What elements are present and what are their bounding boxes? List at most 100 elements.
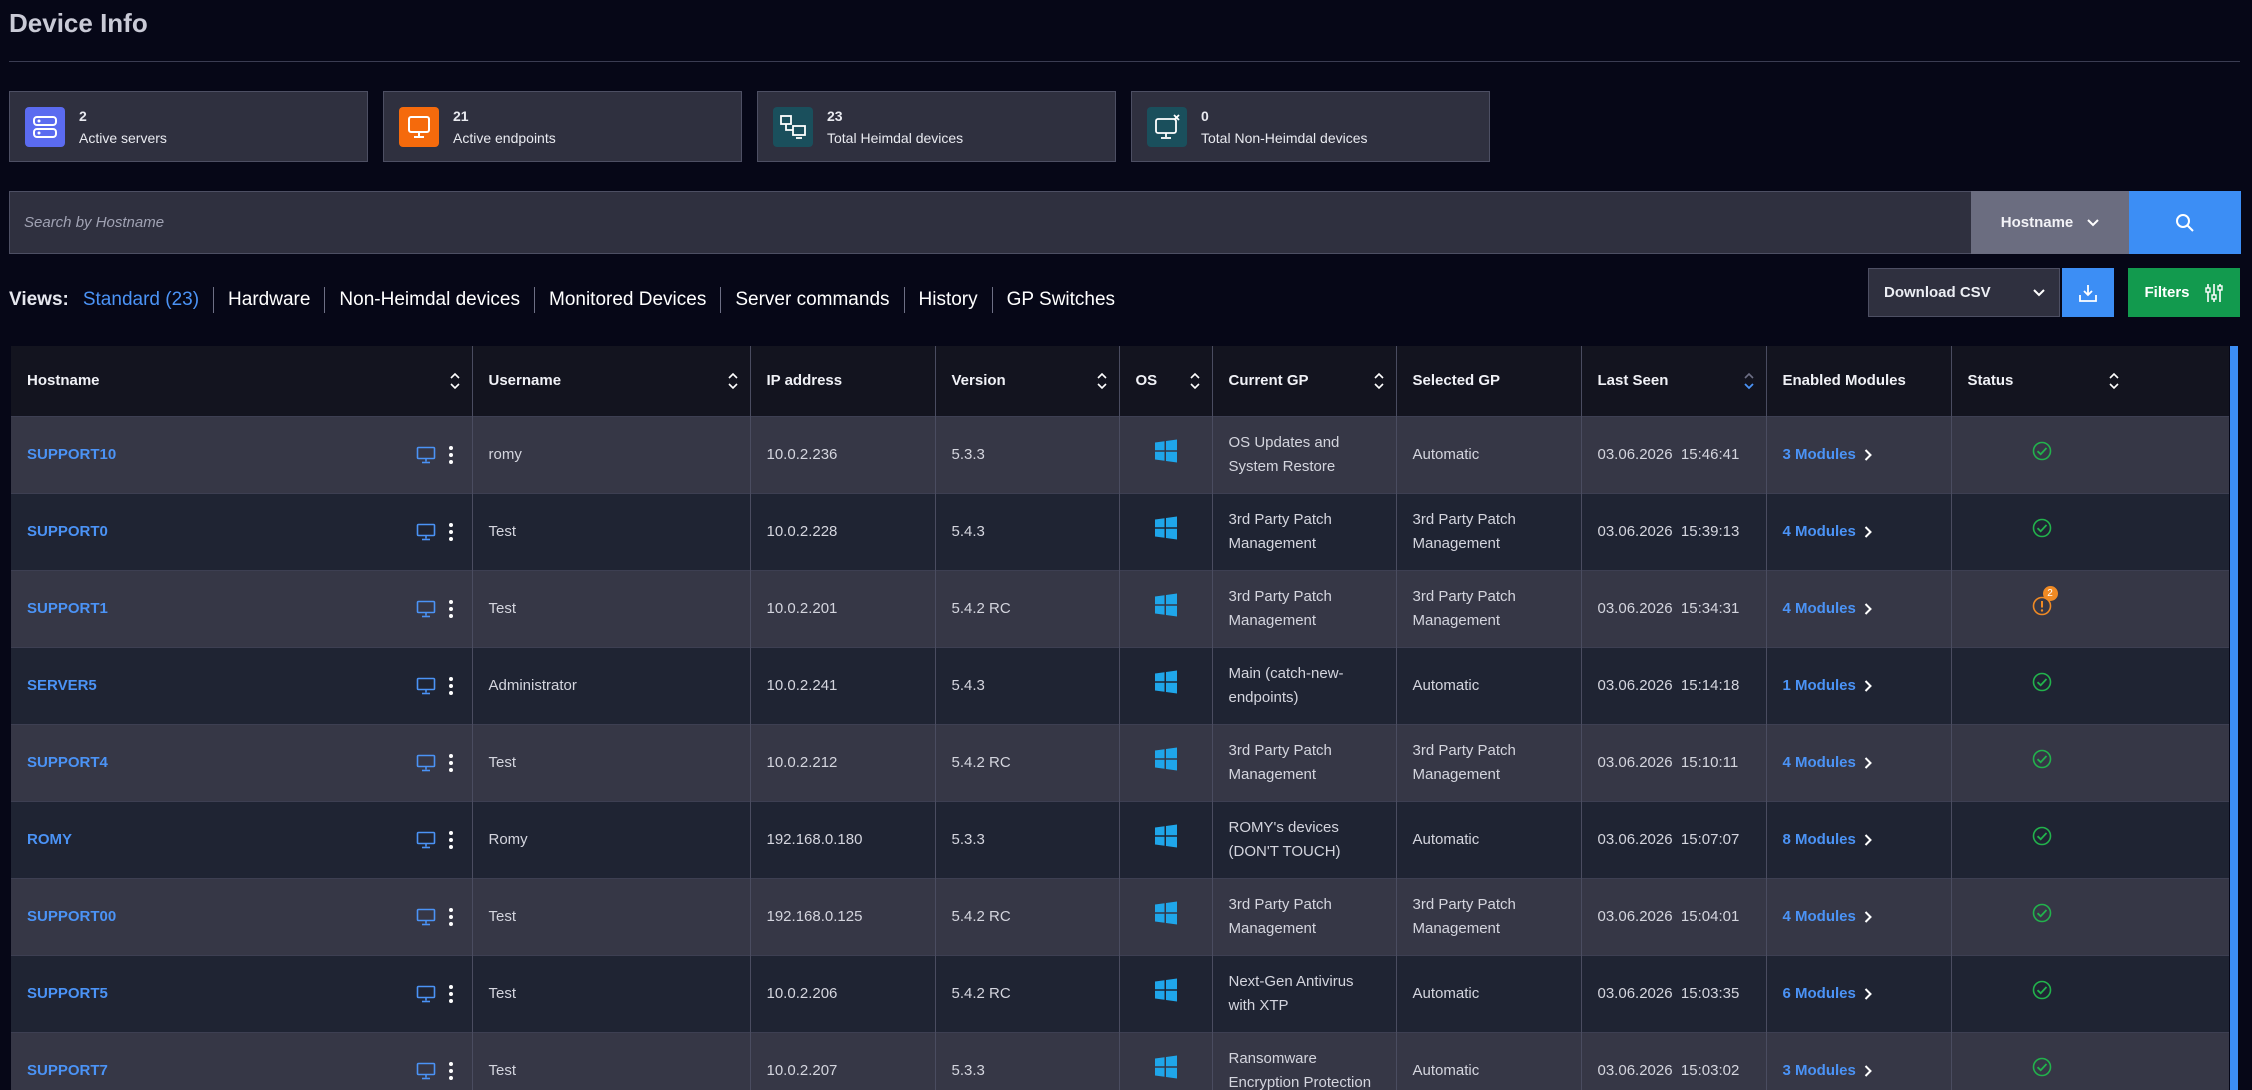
monitor-icon[interactable] — [416, 1062, 436, 1080]
windows-icon — [1154, 516, 1177, 539]
col-version[interactable]: Version — [935, 346, 1120, 416]
sort-icon[interactable] — [449, 372, 460, 390]
modules-label: 4 Modules — [1782, 522, 1856, 540]
modules-link[interactable]: 8 Modules — [1783, 828, 1872, 852]
hostname-link[interactable]: SUPPORT7 — [27, 1062, 108, 1079]
table-row[interactable]: SERVER5 Administrator 10.0.2.241 5.4.3 Main … — [11, 647, 2229, 724]
table-row[interactable]: SUPPORT7 Test 10.0.2.207 5.3.3 Ransomware En… — [11, 1032, 2229, 1090]
version-cell: 5.3.3 — [935, 801, 1120, 878]
modules-link[interactable]: 4 Modules — [1783, 751, 1872, 775]
chevron-right-icon — [1864, 987, 1872, 1000]
kebab-menu-icon[interactable] — [448, 753, 454, 773]
hostname-link[interactable]: SERVER5 — [27, 677, 97, 694]
modules-link[interactable]: 6 Modules — [1783, 982, 1872, 1006]
os-cell — [1119, 878, 1213, 955]
col-hostname[interactable]: Hostname — [11, 346, 473, 416]
modules-cell: 3 Modules — [1766, 416, 1952, 493]
kebab-menu-icon[interactable] — [448, 522, 454, 542]
ip-cell: 10.0.2.201 — [750, 570, 936, 647]
modules-cell: 8 Modules — [1766, 801, 1952, 878]
modules-label: 1 Modules — [1782, 676, 1856, 694]
hostname-link[interactable]: SUPPORT1 — [27, 600, 108, 617]
chevron-right-icon — [1864, 833, 1872, 846]
monitor-icon[interactable] — [416, 523, 436, 541]
last-seen-cell: 03.06.2026 15:46:41 — [1581, 416, 1767, 493]
monitor-icon[interactable] — [416, 754, 436, 772]
kebab-menu-icon[interactable] — [448, 907, 454, 927]
sort-icon[interactable] — [1189, 372, 1200, 390]
kebab-menu-icon[interactable] — [448, 445, 454, 465]
kebab-menu-icon[interactable] — [448, 1061, 454, 1081]
table-row[interactable]: SUPPORT5 Test 10.0.2.206 5.4.2 RC Next-Gen A… — [11, 955, 2229, 1032]
chevron-right-icon — [1864, 679, 1872, 692]
selected-gp-cell: Automatic — [1396, 416, 1582, 493]
table-row[interactable]: SUPPORT1 Test 10.0.2.201 5.4.2 RC 3rd Party … — [11, 570, 2229, 647]
table-row[interactable]: SUPPORT0 Test 10.0.2.228 5.4.3 3rd Party Pat… — [11, 493, 2229, 570]
hostname-link[interactable]: ROMY — [27, 831, 72, 848]
kebab-menu-icon[interactable] — [448, 599, 454, 619]
col-os[interactable]: OS — [1119, 346, 1213, 416]
sort-icon[interactable] — [727, 372, 738, 390]
table-header: Hostname Username IP address Version OS … — [11, 346, 2229, 416]
sort-desc-icon[interactable] — [1743, 372, 1754, 390]
table-row[interactable]: SUPPORT10 romy 10.0.2.236 5.3.3 OS Updates a… — [11, 416, 2229, 493]
version-cell: 5.4.2 RC — [935, 570, 1120, 647]
kebab-menu-icon[interactable] — [448, 984, 454, 1004]
modules-link[interactable]: 3 Modules — [1783, 1059, 1872, 1083]
hostname-link[interactable]: SUPPORT4 — [27, 754, 108, 771]
col-selected-gp: Selected GP — [1396, 346, 1582, 416]
check-circle-icon — [2032, 1057, 2051, 1077]
modules-link[interactable]: 4 Modules — [1783, 905, 1872, 929]
modules-link[interactable]: 3 Modules — [1783, 443, 1872, 467]
status-cell — [1951, 955, 2229, 1032]
last-seen-cell: 03.06.2026 15:34:31 — [1581, 570, 1767, 647]
modules-link[interactable]: 1 Modules — [1783, 674, 1872, 698]
table-row[interactable]: SUPPORT4 Test 10.0.2.212 5.4.2 RC 3rd Party … — [11, 724, 2229, 801]
hostname-cell: SUPPORT00 — [11, 878, 473, 955]
hostname-link[interactable]: SUPPORT10 — [27, 446, 116, 463]
monitor-icon[interactable] — [416, 446, 436, 464]
monitor-icon[interactable] — [416, 600, 436, 618]
windows-icon — [1154, 1055, 1177, 1079]
table-row[interactable]: SUPPORT00 Test 192.168.0.125 5.4.2 RC 3rd Pa… — [11, 878, 2229, 955]
check-circle-icon — [2032, 826, 2051, 845]
hostname-link[interactable]: SUPPORT5 — [27, 985, 108, 1002]
sort-icon[interactable] — [1096, 372, 1107, 390]
version-cell: 5.4.3 — [935, 493, 1120, 570]
col-last-seen[interactable]: Last Seen — [1581, 346, 1767, 416]
kebab-menu-icon[interactable] — [448, 676, 454, 696]
hostname-cell: ROMY — [11, 801, 473, 878]
table-scrollbar[interactable] — [2230, 346, 2238, 1090]
selected-gp-cell: Automatic — [1396, 647, 1582, 724]
table-row[interactable]: ROMY Romy 192.168.0.180 5.3.3 ROMY's devices… — [11, 801, 2229, 878]
ip-cell: 192.168.0.125 — [750, 878, 936, 955]
ip-cell: 10.0.2.228 — [750, 493, 936, 570]
last-seen-cell: 03.06.2026 15:39:13 — [1581, 493, 1767, 570]
check-circle-icon — [2032, 672, 2051, 691]
check-circle-icon — [2032, 980, 2051, 999]
modules-cell: 4 Modules — [1766, 878, 1952, 955]
windows-icon — [1154, 439, 1177, 462]
hostname-link[interactable]: SUPPORT00 — [27, 908, 116, 925]
hostname-link[interactable]: SUPPORT0 — [27, 523, 108, 540]
col-username[interactable]: Username — [472, 346, 751, 416]
modules-link[interactable]: 4 Modules — [1783, 597, 1872, 621]
monitor-icon[interactable] — [416, 908, 436, 926]
sort-icon[interactable] — [2109, 372, 2119, 390]
current-gp-cell: Main (catch-new-endpoints) — [1212, 647, 1397, 724]
status-cell: 2 — [1951, 570, 2229, 647]
modules-link[interactable]: 4 Modules — [1783, 520, 1872, 544]
warning-status[interactable]: 2 — [2032, 585, 2058, 616]
username-cell: Test — [472, 955, 751, 1032]
col-current-gp[interactable]: Current GP — [1212, 346, 1397, 416]
current-gp-cell: ROMY's devices (DON'T TOUCH) — [1212, 801, 1397, 878]
sort-icon[interactable] — [1373, 372, 1384, 390]
col-status[interactable]: Status — [1951, 346, 2229, 416]
kebab-menu-icon[interactable] — [448, 830, 454, 850]
col-enabled-modules: Enabled Modules — [1766, 346, 1952, 416]
monitor-icon[interactable] — [416, 985, 436, 1003]
selected-gp-cell: Automatic — [1396, 1032, 1582, 1090]
monitor-icon[interactable] — [416, 831, 436, 849]
modules-label: 8 Modules — [1782, 830, 1856, 848]
monitor-icon[interactable] — [416, 677, 436, 695]
